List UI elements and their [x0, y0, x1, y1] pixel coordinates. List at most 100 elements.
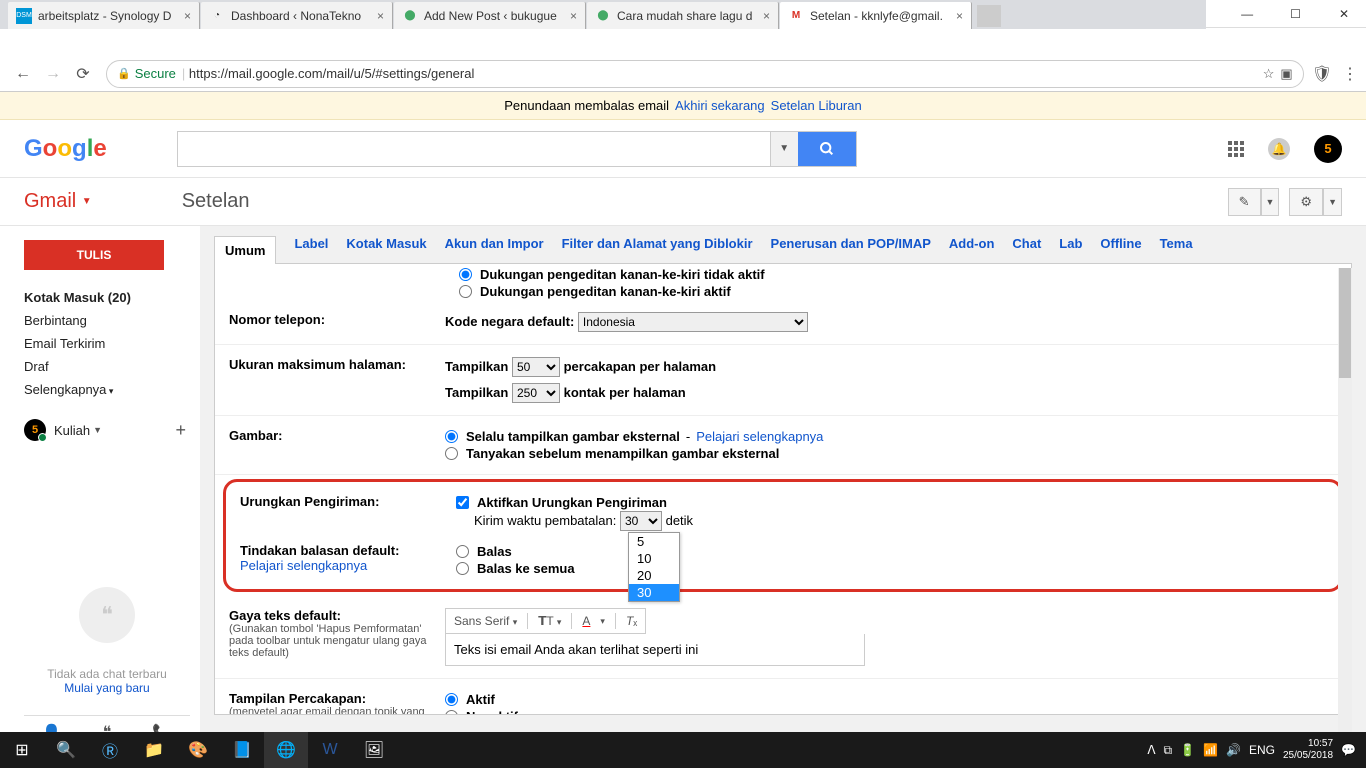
shield-icon[interactable]: 🛡 — [1312, 64, 1332, 84]
google-logo[interactable]: Google — [24, 135, 107, 163]
size-icon[interactable]: 𝗧T ▾ — [538, 614, 561, 628]
tab-filters[interactable]: Filter dan Alamat yang Diblokir — [562, 236, 753, 263]
photos-icon[interactable]: 🖼 — [352, 732, 396, 768]
volume-icon[interactable]: 🔊 — [1226, 743, 1241, 757]
back-button[interactable]: ← — [8, 59, 38, 89]
tab-offline[interactable]: Offline — [1100, 236, 1141, 263]
account-avatar[interactable]: 5 — [1314, 135, 1342, 163]
undo-time-select[interactable]: 30 — [620, 511, 662, 531]
gear-icon[interactable]: ⚙ — [1289, 188, 1323, 216]
banner-end-link[interactable]: Akhiri sekarang — [675, 98, 765, 113]
dropbox-icon[interactable]: ⧉ — [1164, 743, 1173, 758]
add-label-button[interactable]: + — [175, 420, 186, 441]
tab-addon[interactable]: Add-on — [949, 236, 994, 263]
label-avatar[interactable]: 5 — [24, 419, 46, 441]
paint-icon[interactable]: 🎨 — [176, 732, 220, 768]
search-icon[interactable]: 🔍 — [44, 732, 88, 768]
reload-button[interactable]: ⟳ — [68, 59, 98, 89]
undo-option-10[interactable]: 10 — [629, 550, 679, 567]
close-button[interactable]: ✕ — [1322, 7, 1366, 21]
url-input[interactable]: Secure | https://mail.google.com/mail/u/… — [106, 60, 1304, 88]
sidebar-inbox[interactable]: Kotak Masuk (20) — [24, 286, 200, 309]
sidebar-draft[interactable]: Draf — [24, 355, 200, 378]
sidebar-sent[interactable]: Email Terkirim — [24, 332, 200, 355]
maximize-button[interactable]: ☐ — [1274, 7, 1318, 21]
close-icon[interactable]: × — [570, 9, 577, 23]
tab-forwarding[interactable]: Penerusan dan POP/IMAP — [771, 236, 931, 263]
minimize-button[interactable]: — — [1225, 7, 1269, 21]
tab-accounts[interactable]: Akun dan Impor — [445, 236, 544, 263]
notifications-icon[interactable]: 🔔 — [1268, 138, 1290, 160]
tab-general[interactable]: Umum — [214, 236, 276, 264]
chrome-icon[interactable]: 🌐 — [264, 732, 308, 768]
apps-icon[interactable] — [1228, 141, 1244, 157]
gmail-brand[interactable]: Gmail ▼ — [24, 190, 92, 213]
chat-start-link[interactable]: Mulai yang baru — [24, 681, 190, 695]
new-tab-button[interactable] — [977, 5, 1001, 27]
notifications-tray-icon[interactable]: 💬 — [1341, 743, 1356, 757]
clock[interactable]: 10:5725/05/2018 — [1283, 738, 1333, 762]
browser-tab[interactable]: DSMarbeitsplatz - Synology D× — [8, 2, 200, 29]
search-input[interactable] — [178, 132, 770, 166]
browser-tab[interactable]: ◔Dashboard ‹ NonaTekno× — [201, 2, 393, 29]
images-ask-radio[interactable] — [445, 447, 458, 460]
images-always-radio[interactable] — [445, 430, 458, 443]
conv-on-radio[interactable] — [445, 693, 458, 706]
reply-all-radio[interactable] — [456, 562, 469, 575]
gear-dropdown[interactable]: ▼ — [1323, 188, 1342, 216]
browser-tab[interactable]: ⬤Cara mudah share lagu d× — [587, 2, 779, 29]
label-name[interactable]: Kuliah — [54, 423, 90, 438]
start-button[interactable]: ⊞ — [0, 732, 44, 768]
browser-tab[interactable]: ⬤Add New Post ‹ bukugue× — [394, 2, 586, 29]
close-icon[interactable]: × — [763, 9, 770, 23]
tray-chevron-icon[interactable]: ᐱ — [1147, 743, 1155, 757]
browser-tabs: DSMarbeitsplatz - Synology D× ◔Dashboard… — [0, 0, 1206, 29]
browser-tab[interactable]: MSetelan - kknlyfe@gmail.× — [780, 2, 972, 29]
conversation-row: Tampilan Percakapan:(menyetel agar email… — [215, 679, 1351, 715]
tab-lab[interactable]: Lab — [1059, 236, 1082, 263]
r-app-icon[interactable]: Ⓡ — [88, 732, 132, 768]
menu-icon[interactable]: ⋮ — [1342, 64, 1358, 84]
sidebar-more[interactable]: Selengkapnya — [24, 378, 200, 401]
undo-option-30[interactable]: 30 — [629, 584, 679, 601]
banner-vacation-link[interactable]: Setelan Liburan — [771, 98, 862, 113]
edit-icon[interactable]: ✎ — [1228, 188, 1261, 216]
tab-theme[interactable]: Tema — [1160, 236, 1193, 263]
conv-off-radio[interactable] — [445, 710, 458, 715]
edit-dropdown[interactable]: ▼ — [1261, 188, 1280, 216]
undo-option-20[interactable]: 20 — [629, 567, 679, 584]
close-icon[interactable]: × — [377, 9, 384, 23]
star-icon[interactable]: ☆ — [1263, 66, 1275, 82]
tab-inbox[interactable]: Kotak Masuk — [346, 236, 426, 263]
clear-format-icon[interactable]: Tₓ — [626, 614, 637, 628]
lang-indicator[interactable]: ENG — [1249, 743, 1275, 757]
rtl-on-radio[interactable] — [459, 285, 472, 298]
contact-size-select[interactable]: 250 — [512, 383, 560, 403]
conv-size-select[interactable]: 50 — [512, 357, 560, 377]
tab-label[interactable]: Label — [294, 236, 328, 263]
sidebar-starred[interactable]: Berbintang — [24, 309, 200, 332]
close-icon[interactable]: × — [956, 9, 963, 23]
search-button[interactable] — [798, 132, 856, 166]
learn-more-link[interactable]: Pelajari selengkapnya — [240, 558, 367, 573]
search-dropdown[interactable]: ▼ — [770, 132, 798, 166]
wifi-icon[interactable]: 📶 — [1203, 743, 1218, 757]
rtl-off-radio[interactable] — [459, 268, 472, 281]
close-icon[interactable]: × — [184, 9, 191, 23]
notes-icon[interactable]: 📘 — [220, 732, 264, 768]
undo-enable-checkbox[interactable] — [456, 496, 469, 509]
scrollbar[interactable] — [1338, 268, 1352, 746]
battery-icon[interactable]: 🔋 — [1180, 743, 1195, 757]
compose-button[interactable]: TULIS — [24, 240, 164, 270]
country-select[interactable]: Indonesia — [578, 312, 808, 332]
color-icon[interactable]: A — [582, 614, 590, 628]
learn-more-link[interactable]: Pelajari selengkapnya — [696, 429, 823, 444]
tab-chat[interactable]: Chat — [1012, 236, 1041, 263]
popup-blocked-icon[interactable]: ▣ — [1280, 66, 1292, 82]
font-select[interactable]: Sans Serif ▾ — [454, 614, 517, 628]
explorer-icon[interactable]: 📁 — [132, 732, 176, 768]
word-icon[interactable]: W — [308, 732, 352, 768]
undo-option-5[interactable]: 5 — [629, 533, 679, 550]
reply-radio[interactable] — [456, 545, 469, 558]
forward-button[interactable]: → — [38, 59, 68, 89]
